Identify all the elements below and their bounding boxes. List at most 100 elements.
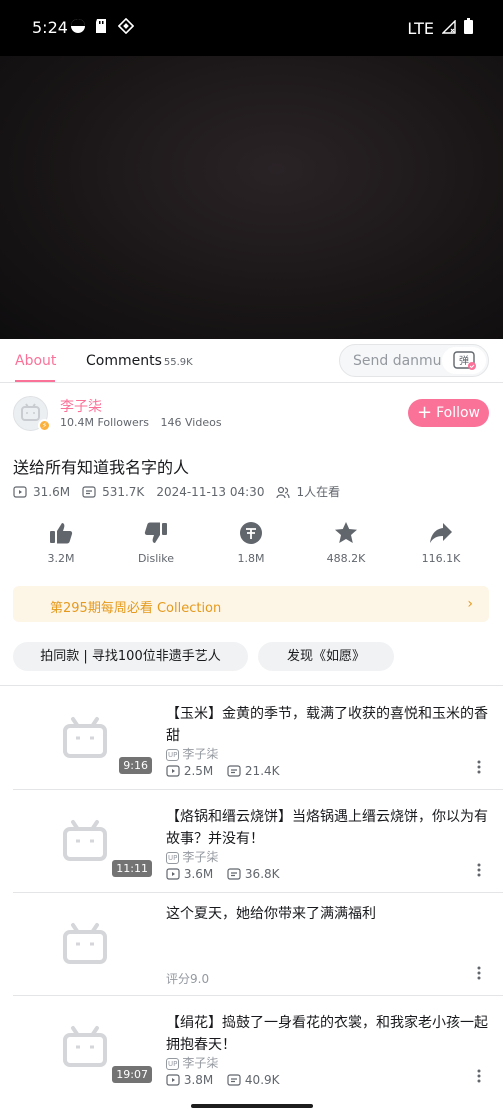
svg-text:弹: 弹 [459, 354, 469, 367]
play-count-icon [166, 1074, 180, 1086]
more-vertical-icon[interactable] [477, 759, 481, 775]
uploader-name[interactable]: 李子柒 [60, 396, 102, 416]
tab-bar: About Comments 55.9K Send danmu 弹 [0, 339, 503, 383]
comments-count: 55.9K [163, 357, 193, 368]
watching-users-icon [276, 486, 291, 498]
verified-badge-icon: ⚡ [38, 419, 51, 432]
rec-views: 3.6M [183, 867, 214, 881]
danmu-input[interactable]: Send danmu 弹 [339, 344, 489, 377]
sd-card-icon [94, 18, 110, 34]
danmu-icon: 弹 [453, 351, 476, 370]
follow-label: Follow [436, 405, 480, 421]
danmaku-count-icon [227, 868, 241, 880]
coin-count: 1.8M [237, 552, 265, 565]
avatar[interactable]: ⚡ [13, 396, 51, 432]
rec-uploader: UP 李子柒 [166, 745, 218, 762]
rec-title: 【绢花】捣鼓了一身看花的衣裳，和我家老小孩一起拥抱春天！ [166, 1015, 488, 1053]
more-vertical-icon[interactable] [477, 862, 481, 878]
collection-banner[interactable]: 第295期每周必看 Collection › [13, 586, 489, 622]
tv-placeholder-icon [63, 923, 107, 964]
rec-uploader: UP 李子柒 [166, 1054, 218, 1071]
rec-uploader: UP 李子柒 [166, 848, 218, 865]
tab-about[interactable]: About [15, 353, 56, 369]
plus-icon: + [416, 402, 433, 423]
action-bar: 3.2M Dislike 1.8M 488.2K 116.1K [0, 520, 503, 570]
danmaku-count-icon [82, 485, 96, 498]
more-vertical-icon[interactable] [477, 1068, 481, 1084]
video-duration: 11:11 [112, 860, 152, 877]
up-badge-icon: UP [166, 749, 180, 761]
rec-danmaku: 40.9K [244, 1073, 280, 1087]
rec-danmaku: 36.8K [244, 867, 280, 881]
video-duration: 19:07 [112, 1066, 152, 1083]
more-vertical-icon[interactable] [477, 965, 481, 981]
home-indicator[interactable] [191, 1104, 313, 1108]
follower-count: 10.4M Followers [60, 416, 150, 429]
share-button[interactable]: 116.1K [411, 520, 471, 565]
rec-danmaku: 21.4K [244, 764, 280, 778]
chip-tongkuan[interactable]: 拍同款 | 寻找100位非遗手艺人 [13, 642, 248, 671]
video-thumbnail: 9:16 [13, 696, 153, 786]
list-item[interactable]: 9:16 【玉米】金黄的季节，载满了收获的喜悦和玉米的香甜 UP 李子柒 2.5M… [0, 689, 503, 793]
video-stats: 31.6M 531.7K 2024-11-13 04:30 1人在看 [13, 483, 340, 500]
divider [13, 995, 503, 996]
status-bar: 5:24 LTE [0, 0, 503, 56]
dislike-icon [144, 522, 167, 543]
video-player[interactable] [0, 56, 503, 339]
video-title: 送给所有知道我名字的人 [13, 458, 190, 477]
rec-title: 【烙锅和缙云烧饼】当烙锅遇上缙云烧饼，你以为有故事？并没有！ [166, 809, 488, 847]
danmu-placeholder: Send danmu [353, 353, 442, 369]
play-count-icon [166, 765, 180, 777]
tab-comments-label: Comments [86, 353, 162, 369]
watching-count: 1人在看 [296, 485, 341, 499]
chip-ruyuan[interactable]: 发现《如愿》 [258, 642, 394, 671]
danmaku-count-icon [227, 1074, 241, 1086]
coin-button[interactable]: 1.8M [221, 520, 281, 565]
follow-button[interactable]: + Follow [408, 399, 489, 427]
publish-datetime: 2024-11-13 04:30 [156, 484, 265, 499]
network-type: LTE [407, 18, 434, 38]
video-duration: 9:16 [119, 757, 152, 774]
tab-active-indicator [15, 380, 55, 382]
vpn-diamond-icon [117, 17, 135, 35]
status-time: 5:24 [32, 18, 68, 37]
video-count: 146 Videos [160, 416, 222, 429]
video-thumbnail [13, 902, 153, 992]
favorite-button[interactable]: 488.2K [316, 520, 376, 565]
list-item[interactable]: 19:07 【绢花】捣鼓了一身看花的衣裳，和我家老小孩一起拥抱春天！ UP 李子柒… [0, 998, 503, 1102]
rec-title: 这个夏天，她给你带来了满满福利 [166, 906, 376, 922]
star-icon [335, 522, 357, 543]
like-icon [50, 523, 73, 544]
video-thumbnail: 19:07 [13, 1005, 153, 1095]
rec-uploader-name: 李子柒 [182, 1056, 219, 1070]
play-count-icon [166, 868, 180, 880]
view-count: 31.6M [33, 484, 71, 499]
rec-score: 评分9.0 [166, 972, 210, 986]
rec-title: 【玉米】金黄的季节，载满了收获的喜悦和玉米的香甜 [166, 706, 488, 744]
like-count: 3.2M [47, 552, 75, 565]
like-button[interactable]: 3.2M [31, 520, 91, 565]
divider [13, 892, 503, 893]
play-count-icon [13, 485, 27, 498]
uploader-row: ⚡ 李子柒 10.4M Followers 146 Videos + Follo… [13, 394, 489, 434]
pinwheel-icon [70, 18, 86, 34]
danmaku-count-icon [227, 765, 241, 777]
danmaku-count: 531.7K [102, 484, 145, 499]
list-item[interactable]: 这个夏天，她给你带来了满满福利 评分9.0 [0, 895, 503, 999]
tag-chips: 拍同款 | 寻找100位非遗手艺人 发现《如愿》 [13, 642, 503, 672]
dislike-label: Dislike [137, 552, 175, 565]
signal-icon [441, 18, 456, 38]
chevron-right-icon: › [467, 596, 473, 612]
video-thumbnail: 11:11 [13, 799, 153, 889]
tab-comments[interactable]: Comments 55.9K [86, 353, 193, 369]
dislike-button[interactable]: Dislike [126, 520, 186, 565]
up-badge-icon: UP [166, 852, 180, 864]
divider [13, 789, 503, 790]
share-count: 116.1K [421, 552, 461, 565]
battery-icon [464, 18, 473, 38]
list-item[interactable]: 11:11 【烙锅和缙云烧饼】当烙锅遇上缙云烧饼，你以为有故事？并没有！ UP 李… [0, 792, 503, 896]
favorite-count: 488.2K [326, 552, 366, 565]
share-icon [430, 523, 452, 543]
divider [0, 685, 503, 686]
danmu-toggle-button[interactable]: 弹 [442, 347, 486, 374]
